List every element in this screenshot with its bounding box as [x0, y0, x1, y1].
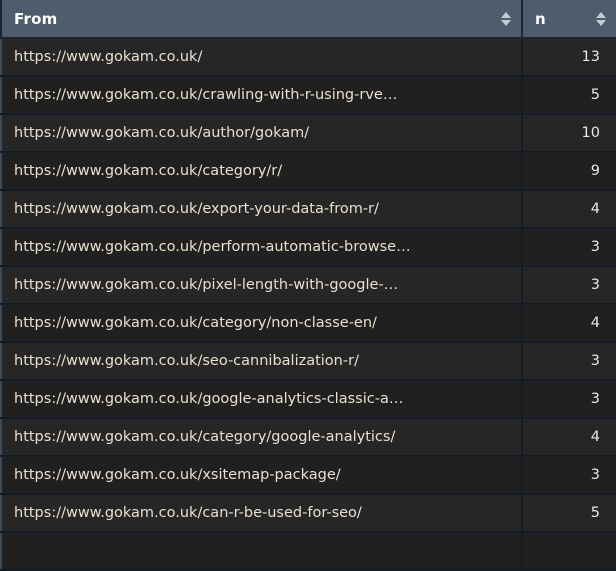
table-header: From n	[1, 0, 616, 38]
table-row[interactable]: https://www.gokam.co.uk/xsitemap-package…	[1, 456, 616, 494]
table-row[interactable]: https://www.gokam.co.uk/category/non-cla…	[1, 304, 616, 342]
column-header-from-label: From	[14, 10, 57, 28]
table-row[interactable]: https://www.gokam.co.uk/export-your-data…	[1, 190, 616, 228]
cell-n: 3	[522, 266, 616, 304]
cell-n: 3	[522, 342, 616, 380]
cell-from: https://www.gokam.co.uk/seo-cannibalizat…	[1, 342, 522, 380]
cell-n: 10	[522, 114, 616, 152]
table-body: https://www.gokam.co.uk/13https://www.go…	[1, 38, 616, 570]
table-row[interactable]: https://www.gokam.co.uk/google-analytics…	[1, 380, 616, 418]
cell-from: https://www.gokam.co.uk/google-analytics…	[1, 380, 522, 418]
table-header-row: From n	[1, 0, 616, 38]
cell-from: https://www.gokam.co.uk/perform-automati…	[1, 228, 522, 266]
cell-n: 4	[522, 304, 616, 342]
cell-from: https://www.gokam.co.uk/author/gokam/	[1, 114, 522, 152]
table-row[interactable]: https://www.gokam.co.uk/author/gokam/10	[1, 114, 616, 152]
table-row[interactable]: https://www.gokam.co.uk/category/google-…	[1, 418, 616, 456]
column-header-from[interactable]: From	[1, 0, 522, 38]
table-row[interactable]: https://www.gokam.co.uk/seo-cannibalizat…	[1, 342, 616, 380]
cell-n: 4	[522, 190, 616, 228]
cell-from: https://www.gokam.co.uk/pixel-length-wit…	[1, 266, 522, 304]
sort-updown-icon-n[interactable]	[595, 9, 606, 29]
cell-from: https://www.gokam.co.uk/category/google-…	[1, 418, 522, 456]
cell-from: https://www.gokam.co.uk/category/r/	[1, 152, 522, 190]
table-row[interactable]: https://www.gokam.co.uk/can-r-be-used-fo…	[1, 494, 616, 532]
cell-n: 3	[522, 380, 616, 418]
table-row[interactable]: https://www.gokam.co.uk/crawling-with-r-…	[1, 76, 616, 114]
table-row[interactable]: https://www.gokam.co.uk/13	[1, 38, 616, 76]
cell-n: 13	[522, 38, 616, 76]
cell-from: https://www.gokam.co.uk/export-your-data…	[1, 190, 522, 228]
column-header-n-label: n	[535, 10, 546, 28]
referrers-table: From n https://www.gokam.co.uk	[0, 0, 616, 571]
cell-n: 3	[522, 456, 616, 494]
data-table-container: From n https://www.gokam.co.uk	[0, 0, 616, 542]
cell-from: https://www.gokam.co.uk/crawling-with-r-…	[1, 76, 522, 114]
cell-n: 9	[522, 152, 616, 190]
cell-n	[522, 532, 616, 570]
table-row[interactable]: https://www.gokam.co.uk/pixel-length-wit…	[1, 266, 616, 304]
cell-from: https://www.gokam.co.uk/category/non-cla…	[1, 304, 522, 342]
table-row[interactable]: https://www.gokam.co.uk/category/r/9	[1, 152, 616, 190]
cell-from: https://www.gokam.co.uk/	[1, 38, 522, 76]
table-row[interactable]	[1, 532, 616, 570]
cell-n: 3	[522, 228, 616, 266]
cell-n: 5	[522, 494, 616, 532]
table-row[interactable]: https://www.gokam.co.uk/perform-automati…	[1, 228, 616, 266]
cell-n: 4	[522, 418, 616, 456]
cell-n: 5	[522, 76, 616, 114]
sort-updown-icon-from[interactable]	[500, 9, 511, 29]
column-header-n[interactable]: n	[522, 0, 616, 38]
cell-from: https://www.gokam.co.uk/can-r-be-used-fo…	[1, 494, 522, 532]
cell-from	[1, 532, 522, 570]
cell-from: https://www.gokam.co.uk/xsitemap-package…	[1, 456, 522, 494]
